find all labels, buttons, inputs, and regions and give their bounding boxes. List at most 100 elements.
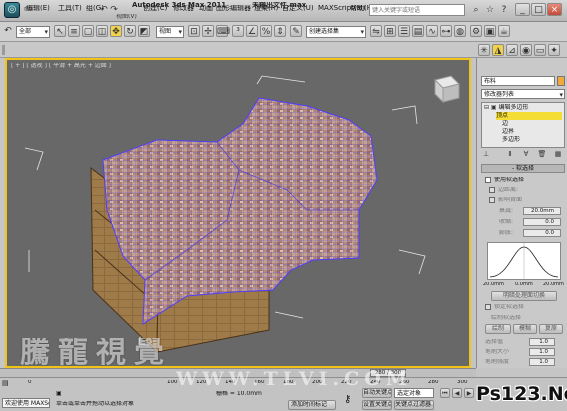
angle-snap-icon[interactable]: ∠ [246, 25, 258, 37]
affect-backfacing-checkbox[interactable] [489, 197, 495, 203]
search-field[interactable] [369, 4, 465, 16]
make-unique-icon[interactable]: ∀ [521, 150, 531, 159]
rect-select-icon[interactable]: ▢ [82, 25, 94, 37]
select-object-icon[interactable]: ↖ [54, 25, 66, 37]
stack-item-vertex[interactable]: 顶点 [496, 112, 562, 120]
modifier-stack: ⊟ ▣ 编辑多边形 顶点 边 边界 多边形 [481, 102, 565, 148]
pivot-icon[interactable]: ⊡ [188, 25, 200, 37]
keyboard-shortcut-icon[interactable]: ⌨ [216, 25, 230, 37]
stack-item-edit-poly[interactable]: ⊟ ▣ 编辑多边形 [484, 104, 562, 112]
modify-panel-tab[interactable]: ◮ [492, 44, 504, 56]
help-icon[interactable]: ? [498, 4, 510, 16]
affect-backfacing-label: 影响背面 [498, 197, 523, 203]
selection-filter-dropdown[interactable]: 全部 [16, 26, 50, 38]
key-filters-button[interactable]: 关键点过滤器... [394, 400, 434, 410]
pin-stack-icon[interactable]: ⊥ [481, 150, 491, 159]
paint-button[interactable]: 绘制 [485, 324, 511, 334]
snap-icon[interactable]: ³ [232, 25, 244, 37]
track-bar-icon[interactable]: ▤ [2, 380, 24, 389]
revert-button[interactable]: 复原 [539, 324, 563, 334]
remove-modifier-icon[interactable]: 🗑 [537, 150, 547, 159]
named-selection-set-dropdown[interactable]: 创建选择集 [306, 26, 366, 38]
bubble-spinner[interactable]: 0.0 [523, 229, 561, 237]
watermark-url: WWW.TLVI.COM [176, 370, 412, 389]
favorites-icon[interactable]: ☆ [484, 4, 496, 16]
viewport-label[interactable]: [ + ] [ 透视 ] [ 平滑 + 高光 + 边面 ] [11, 63, 111, 69]
auto-key-button[interactable]: 自动关键点 [362, 388, 392, 398]
tick-label: 300 [457, 380, 468, 385]
display-panel-tab[interactable]: ▭ [534, 44, 546, 56]
layer-manager-icon[interactable]: ☰ [398, 25, 410, 37]
object-name-field[interactable]: 布料 [481, 76, 555, 86]
search-icon[interactable]: ⌕ [470, 4, 482, 16]
app-logo[interactable]: ◎ [4, 2, 20, 18]
menu-edit[interactable]: 编辑(E) [26, 5, 50, 12]
curve-editor-icon[interactable]: ∿ [426, 25, 438, 37]
scale-icon[interactable]: ◩ [138, 25, 150, 37]
selection-lock-icon[interactable]: ▣ [56, 391, 62, 397]
key-filter-selection-dropdown[interactable]: 选定对象 [394, 388, 434, 398]
shaded-face-toggle-button[interactable]: 明暗处理面切换 [491, 291, 557, 301]
ribbon-handle[interactable] [2, 45, 5, 55]
brush-size-spinner[interactable]: 1.0 [529, 348, 555, 356]
selection-value-spinner[interactable]: 1.0 [529, 338, 555, 346]
motion-panel-tab[interactable]: ◉ [520, 44, 532, 56]
hierarchy-panel-tab[interactable]: ⊿ [506, 44, 518, 56]
undo-icon[interactable]: ↶ [2, 25, 14, 37]
menu-view[interactable]: 视图(V) [116, 14, 137, 20]
watermark-brand: 騰龍視覺 [20, 338, 172, 368]
modifier-list-dropdown[interactable]: 修改器列表 [481, 89, 565, 100]
redo-icon[interactable]: ↷ [110, 4, 118, 15]
go-to-start-icon[interactable]: ⏮ [440, 388, 450, 398]
previous-frame-icon[interactable]: ◀ [452, 388, 462, 398]
play-icon[interactable]: ▶ [464, 388, 474, 398]
show-end-result-icon[interactable]: Ⅱ [505, 150, 515, 159]
create-panel-tab[interactable]: ✳ [478, 44, 490, 56]
viewport-scene [24, 75, 460, 354]
add-time-tag-button[interactable]: 添加时间标记 [288, 400, 336, 410]
window-crossing-icon[interactable]: ◫ [96, 25, 108, 37]
rotate-icon[interactable]: ↻ [124, 25, 136, 37]
object-color-swatch[interactable] [557, 76, 565, 86]
utilities-panel-tab[interactable]: ✦ [548, 44, 560, 56]
percent-snap-icon[interactable]: % [260, 25, 272, 37]
use-soft-selection-checkbox[interactable] [485, 177, 491, 183]
render-icon[interactable]: ☕ [498, 25, 510, 37]
select-manipulate-icon[interactable]: ✢ [202, 25, 214, 37]
perspective-viewport[interactable]: [ + ] [ 透视 ] [ 平滑 + 高光 + 边面 ] [5, 58, 471, 368]
brush-strength-spinner[interactable]: 1.0 [529, 358, 555, 366]
graphite-icon[interactable]: ▤ [412, 25, 424, 37]
select-by-name-icon[interactable]: ≡ [68, 25, 80, 37]
close-button[interactable]: × [547, 3, 562, 16]
material-editor-icon[interactable]: ◍ [454, 25, 466, 37]
menu-tools[interactable]: 工具(T) [58, 5, 82, 12]
soft-selection-rollout-header[interactable]: - 软选择 [481, 164, 565, 173]
key-icon[interactable]: ⚷ [344, 395, 351, 405]
blur-button[interactable]: 模糊 [513, 324, 537, 334]
render-setup-icon[interactable]: ⚙ [470, 25, 482, 37]
move-icon[interactable]: ✥ [110, 25, 122, 37]
search-input[interactable] [370, 5, 464, 15]
falloff-spinner[interactable]: 20.0mm [523, 207, 561, 215]
pinch-spinner[interactable]: 0.0 [523, 218, 561, 226]
stack-item-edge[interactable]: 边 [502, 120, 508, 128]
configure-sets-icon[interactable]: ▦ [553, 150, 563, 159]
align-icon[interactable]: ⊞ [384, 25, 396, 37]
schematic-view-icon[interactable]: ⊶ [440, 25, 452, 37]
stack-item-polygon[interactable]: 多边形 [502, 136, 520, 144]
minimize-button[interactable]: _ [515, 3, 530, 16]
maximize-button[interactable]: □ [531, 3, 546, 16]
undo-icon[interactable]: ↶ [100, 4, 108, 15]
stack-item-border[interactable]: 边界 [502, 128, 514, 136]
maxscript-listener[interactable]: 欢迎使用 MAXSc [2, 398, 50, 408]
edge-distance-checkbox[interactable] [489, 187, 495, 193]
spinner-snap-icon[interactable]: ⇕ [274, 25, 286, 37]
mirror-icon[interactable]: ⇋ [370, 25, 382, 37]
brush-size-label: 笔刷大小 [485, 349, 510, 355]
set-key-button[interactable]: 设置关键点 [362, 400, 392, 410]
tick-label: 0 [28, 380, 32, 385]
render-frame-icon[interactable]: ▣ [484, 25, 496, 37]
lock-soft-selection-checkbox[interactable] [485, 304, 491, 310]
named-selection-icon[interactable]: ✎ [290, 25, 302, 37]
coordinate-system-dropdown[interactable]: 视图 [156, 26, 184, 38]
